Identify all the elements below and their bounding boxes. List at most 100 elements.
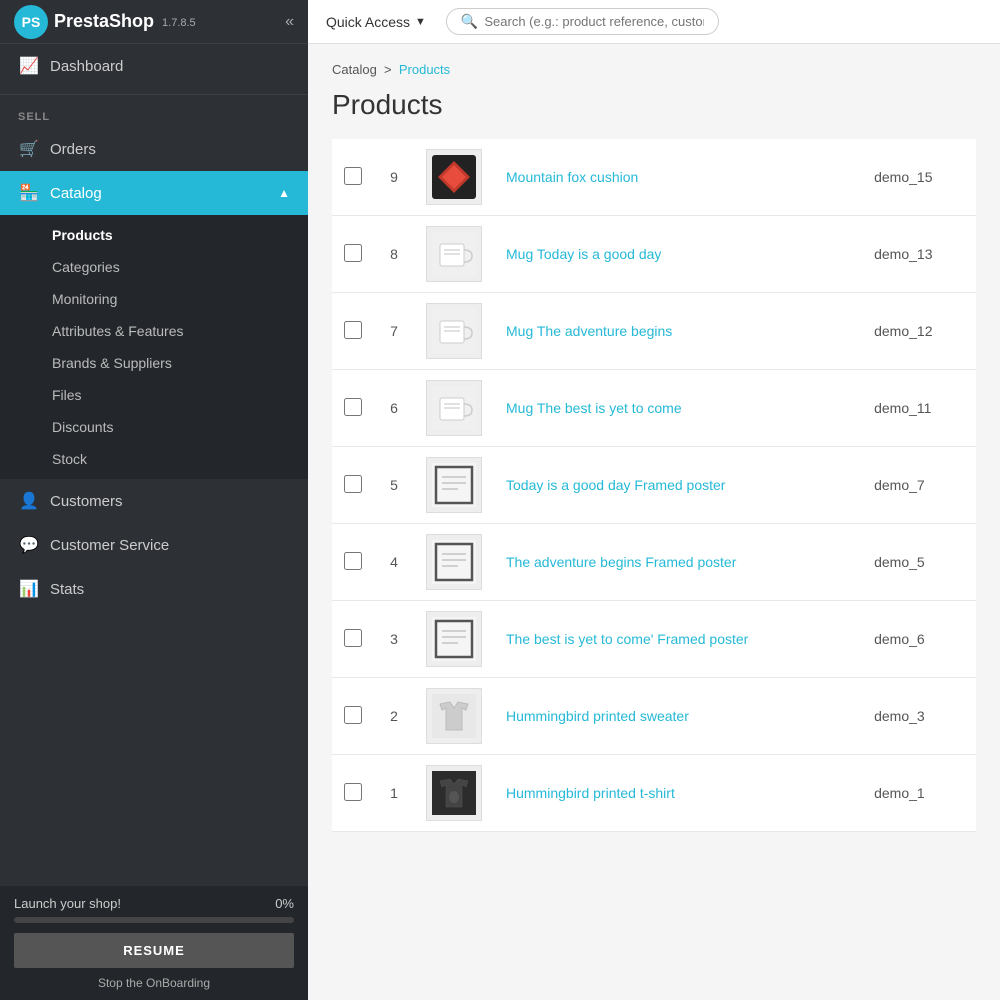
table-row: 3 The best is yet to come' Framed poster… [332, 601, 976, 678]
product-name-link[interactable]: Mug The best is yet to come [506, 400, 682, 416]
search-input[interactable] [484, 14, 704, 29]
breadcrumb-current[interactable]: Products [399, 62, 450, 77]
product-id: 7 [374, 293, 414, 370]
submenu-item-brands[interactable]: Brands & Suppliers [0, 347, 308, 379]
product-thumbnail [426, 149, 482, 205]
product-checkbox[interactable] [344, 629, 362, 647]
product-name-link[interactable]: The best is yet to come' Framed poster [506, 631, 748, 647]
product-id: 5 [374, 447, 414, 524]
product-ref: demo_15 [862, 139, 976, 216]
product-thumbnail [426, 534, 482, 590]
product-thumbnail [426, 226, 482, 282]
sidebar-item-customers[interactable]: 👤 Customers [0, 479, 308, 523]
orders-label: Orders [50, 141, 96, 158]
catalog-label: Catalog [50, 185, 102, 202]
quick-access-menu[interactable]: Quick Access ▼ [326, 14, 426, 30]
customers-label: Customers [50, 493, 123, 510]
customer-service-label: Customer Service [50, 537, 169, 554]
table-row: 1 Hummingbird printed t-shirt demo_1 [332, 755, 976, 832]
logo-bar: PS PrestaShop 1.7.8.5 « [0, 0, 308, 44]
product-id: 8 [374, 216, 414, 293]
launch-row: Launch your shop! 0% [14, 896, 294, 911]
product-ref: demo_3 [862, 678, 976, 755]
product-checkbox[interactable] [344, 783, 362, 801]
page-title: Products [332, 89, 976, 121]
sidebar-item-catalog[interactable]: 🏪 Catalog ▲ [0, 171, 308, 215]
product-name-link[interactable]: Mountain fox cushion [506, 169, 638, 185]
product-thumbnail [426, 765, 482, 821]
page-area: Catalog > Products Products 9 Mountain f… [308, 44, 1000, 1000]
logo-icon: PS [14, 5, 48, 39]
submenu-item-discounts[interactable]: Discounts [0, 411, 308, 443]
product-name-link[interactable]: Hummingbird printed sweater [506, 708, 689, 724]
table-row: 4 The adventure begins Framed posterdemo… [332, 524, 976, 601]
sidebar-item-orders[interactable]: 🛒 Orders [0, 127, 308, 171]
product-checkbox[interactable] [344, 244, 362, 262]
sidebar-item-stats[interactable]: 📊 Stats [0, 567, 308, 611]
quick-access-arrow-icon: ▼ [415, 16, 426, 28]
product-checkbox[interactable] [344, 167, 362, 185]
product-checkbox[interactable] [344, 706, 362, 724]
catalog-submenu: Products Categories Monitoring Attribute… [0, 215, 308, 479]
submenu-item-categories[interactable]: Categories [0, 251, 308, 283]
launch-label: Launch your shop! [14, 896, 121, 911]
resume-button[interactable]: RESUME [14, 933, 294, 968]
submenu-item-files[interactable]: Files [0, 379, 308, 411]
product-checkbox[interactable] [344, 552, 362, 570]
product-checkbox[interactable] [344, 475, 362, 493]
dashboard-label: Dashboard [50, 58, 123, 75]
table-row: 2 Hummingbird printed sweater demo_3 [332, 678, 976, 755]
table-row: 5 Today is a good day Framed posterdemo_… [332, 447, 976, 524]
sidebar: PS PrestaShop 1.7.8.5 « 📈 Dashboard SELL… [0, 0, 308, 1000]
launch-percent: 0% [275, 896, 294, 911]
product-ref: demo_6 [862, 601, 976, 678]
sidebar-collapse-button[interactable]: « [285, 13, 294, 31]
product-name-link[interactable]: Mug The adventure begins [506, 323, 672, 339]
stats-label: Stats [50, 581, 84, 598]
progress-bar [14, 917, 294, 923]
product-id: 1 [374, 755, 414, 832]
sidebar-item-customer-service[interactable]: 💬 Customer Service [0, 523, 308, 567]
submenu-item-attributes[interactable]: Attributes & Features [0, 315, 308, 347]
product-thumbnail [426, 303, 482, 359]
customer-service-icon: 💬 [18, 535, 40, 555]
breadcrumb: Catalog > Products [332, 62, 976, 77]
product-thumbnail [426, 611, 482, 667]
onboarding-section: Launch your shop! 0% RESUME Stop the OnB… [0, 886, 308, 1000]
product-id: 2 [374, 678, 414, 755]
product-id: 9 [374, 139, 414, 216]
topbar: Quick Access ▼ 🔍 [308, 0, 1000, 44]
logo-name: PrestaShop [54, 11, 154, 32]
product-id: 3 [374, 601, 414, 678]
product-name-link[interactable]: Today is a good day Framed poster [506, 477, 725, 493]
stop-onboarding-link[interactable]: Stop the OnBoarding [14, 976, 294, 990]
product-thumbnail [426, 380, 482, 436]
product-name-link[interactable]: The adventure begins Framed poster [506, 554, 736, 570]
customers-icon: 👤 [18, 491, 40, 511]
catalog-expand-icon: ▲ [278, 186, 290, 200]
product-ref: demo_12 [862, 293, 976, 370]
submenu-item-products[interactable]: Products [0, 219, 308, 251]
dashboard-icon: 📈 [18, 56, 40, 76]
submenu-item-stock[interactable]: Stock [0, 443, 308, 475]
product-thumbnail [426, 688, 482, 744]
product-ref: demo_13 [862, 216, 976, 293]
product-name-link[interactable]: Mug Today is a good day [506, 246, 661, 262]
table-row: 7 Mug The adventure begins demo_12 [332, 293, 976, 370]
orders-icon: 🛒 [18, 139, 40, 159]
product-table: 9 Mountain fox cushiondemo_158 Mug Today… [332, 139, 976, 832]
quick-access-label: Quick Access [326, 14, 410, 30]
search-icon: 🔍 [461, 13, 478, 30]
search-bar[interactable]: 🔍 [446, 8, 719, 35]
product-ref: demo_1 [862, 755, 976, 832]
product-checkbox[interactable] [344, 321, 362, 339]
table-row: 6 Mug The best is yet to comedemo_11 [332, 370, 976, 447]
catalog-icon: 🏪 [18, 183, 40, 203]
product-checkbox[interactable] [344, 398, 362, 416]
product-name-link[interactable]: Hummingbird printed t-shirt [506, 785, 675, 801]
sidebar-item-dashboard[interactable]: 📈 Dashboard [0, 44, 308, 88]
breadcrumb-parent: Catalog [332, 62, 377, 77]
main-content: Quick Access ▼ 🔍 Catalog > Products Prod… [308, 0, 1000, 1000]
product-thumbnail [426, 457, 482, 513]
submenu-item-monitoring[interactable]: Monitoring [0, 283, 308, 315]
